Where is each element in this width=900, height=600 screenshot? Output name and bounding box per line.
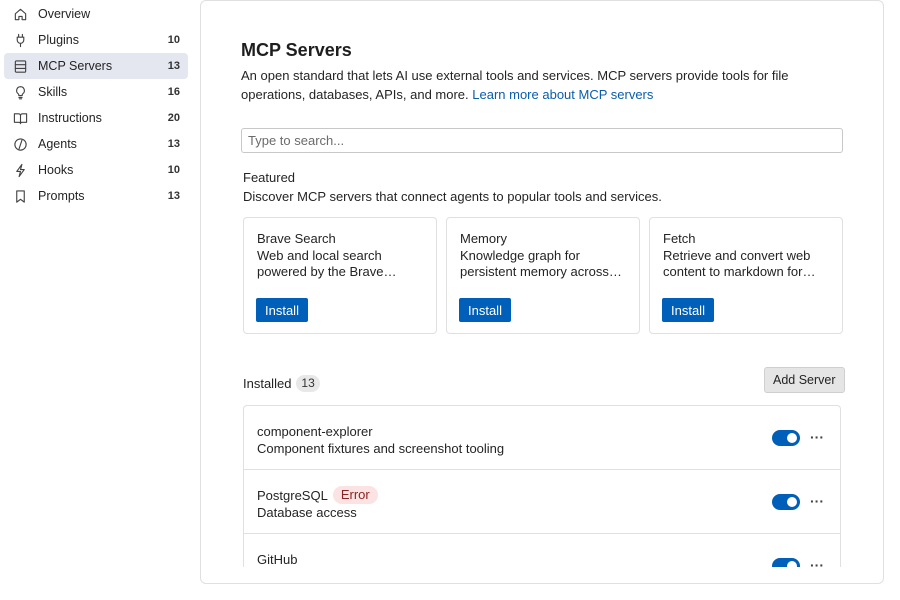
home-icon — [12, 6, 28, 22]
page-title: MCP Servers — [241, 40, 352, 60]
sidebar-item-label: Hooks — [38, 163, 74, 177]
bookmark-icon — [12, 188, 28, 204]
sidebar-item-label: Instructions — [38, 111, 102, 125]
error-badge: Error — [332, 486, 378, 504]
server-row-postgresql[interactable]: PostgreSQL Error Database access ··· — [244, 470, 840, 534]
sidebar-item-count: 20 — [167, 112, 180, 124]
sidebar-item-label: Agents — [38, 137, 77, 151]
more-actions-icon[interactable]: ··· — [809, 492, 825, 510]
sidebar-item-label: Prompts — [38, 189, 85, 203]
sidebar-item-count: 16 — [167, 86, 180, 98]
toggle-knob — [787, 433, 797, 443]
sidebar-item-label: Overview — [38, 7, 91, 21]
server-name: GitHub — [257, 551, 298, 567]
sidebar-item-count: 13 — [167, 190, 180, 202]
server-description: Component fixtures and screenshot toolin… — [257, 441, 505, 456]
server-enabled-toggle[interactable] — [772, 430, 800, 446]
main-panel: MCP Servers An open standard that lets A… — [200, 0, 884, 584]
install-button[interactable]: Install — [256, 298, 308, 322]
sidebar-item-mcp-servers[interactable]: MCP Servers 13 — [4, 53, 188, 79]
sidebar: Overview Plugins 10 MCP Servers 13 Skill… — [0, 0, 192, 600]
sidebar-item-count: 10 — [167, 34, 180, 46]
card-title: Brave Search — [257, 231, 336, 246]
learn-more-link[interactable]: Learn more about MCP servers — [472, 87, 653, 102]
server-description: Database access — [257, 505, 357, 520]
installed-header: Installed 13 — [243, 375, 320, 392]
sidebar-item-overview[interactable]: Overview — [4, 1, 188, 27]
sidebar-item-plugins[interactable]: Plugins 10 — [4, 27, 188, 53]
add-server-button[interactable]: Add Server — [764, 367, 845, 393]
installed-label: Installed — [243, 376, 292, 391]
sidebar-item-label: MCP Servers — [38, 59, 113, 73]
sidebar-item-count: 10 — [167, 164, 180, 176]
sidebar-item-hooks[interactable]: Hooks 10 — [4, 157, 188, 183]
sidebar-item-agents[interactable]: Agents 13 — [4, 131, 188, 157]
more-actions-icon[interactable]: ··· — [809, 556, 825, 567]
featured-card-memory: Memory Knowledge graph for persistent me… — [446, 217, 640, 334]
installed-count-badge: 13 — [296, 375, 320, 392]
page-description: An open standard that lets AI use extern… — [241, 66, 801, 104]
sidebar-item-prompts[interactable]: Prompts 13 — [4, 183, 188, 209]
server-row-github[interactable]: GitHub ··· — [244, 534, 840, 567]
sidebar-item-skills[interactable]: Skills 16 — [4, 79, 188, 105]
book-icon — [12, 110, 28, 126]
card-title: Memory — [460, 231, 507, 246]
installed-server-list: component-explorer Component fixtures an… — [243, 405, 841, 567]
featured-subtitle: Discover MCP servers that connect agents… — [243, 189, 662, 204]
featured-cards: Brave Search Web and local search powere… — [243, 217, 843, 334]
server-icon — [12, 58, 28, 74]
server-name-line: component-explorer — [257, 423, 840, 439]
lightbulb-icon — [12, 84, 28, 100]
server-name-line: GitHub — [257, 551, 840, 567]
server-name: PostgreSQL — [257, 487, 328, 503]
sidebar-item-count: 13 — [167, 60, 180, 72]
more-actions-icon[interactable]: ··· — [809, 428, 825, 446]
sidebar-item-label: Plugins — [38, 33, 79, 47]
card-description: Knowledge graph for persistent memory ac… — [460, 248, 622, 279]
sidebar-item-label: Skills — [38, 85, 68, 99]
search-input[interactable] — [241, 128, 843, 153]
sidebar-item-instructions[interactable]: Instructions 20 — [4, 105, 188, 131]
agent-icon — [12, 136, 28, 152]
featured-card-brave-search: Brave Search Web and local search powere… — [243, 217, 437, 334]
featured-heading: Featured — [243, 170, 296, 185]
server-name-line: PostgreSQL Error — [257, 486, 840, 504]
plug-icon — [12, 32, 28, 48]
server-row-component-explorer[interactable]: component-explorer Component fixtures an… — [244, 406, 840, 470]
install-button[interactable]: Install — [459, 298, 511, 322]
card-title: Fetch — [663, 231, 696, 246]
toggle-knob — [787, 561, 797, 567]
card-description: Web and local search powered by the Brav… — [257, 248, 397, 279]
server-enabled-toggle[interactable] — [772, 558, 800, 567]
server-enabled-toggle[interactable] — [772, 494, 800, 510]
install-button[interactable]: Install — [662, 298, 714, 322]
toggle-knob — [787, 497, 797, 507]
server-name: component-explorer — [257, 423, 373, 439]
featured-card-fetch: Fetch Retrieve and convert web content t… — [649, 217, 843, 334]
lightning-icon — [12, 162, 28, 178]
card-description: Retrieve and convert web content to mark… — [663, 248, 816, 279]
sidebar-item-count: 13 — [167, 138, 180, 150]
